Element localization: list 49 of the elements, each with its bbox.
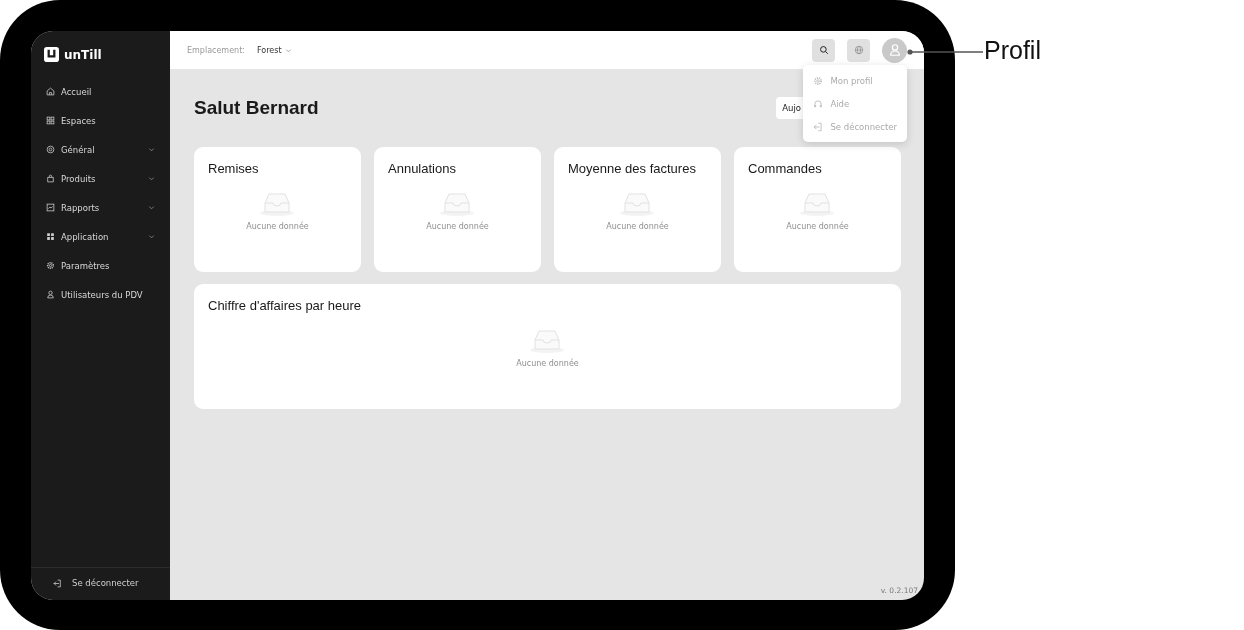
empty-text: Aucune donnée — [606, 222, 669, 231]
sidebar-item[interactable]: Utilisateurs du PDV — [41, 285, 160, 304]
apps-icon — [46, 232, 55, 241]
greeting-heading: Salut Bernard — [194, 97, 319, 119]
target-icon — [46, 145, 55, 154]
chevron-icon — [284, 46, 292, 54]
card-title: Moyenne des factures — [568, 161, 696, 176]
location-dropdown[interactable]: Forest — [257, 45, 292, 55]
language-button[interactable] — [847, 38, 870, 62]
sidebar-item[interactable]: Espaces — [41, 111, 160, 130]
card-title: Annulations — [388, 161, 456, 176]
inbox-icon — [259, 192, 296, 216]
empty-text: Aucune donnée — [786, 222, 849, 231]
user-icon — [887, 43, 902, 57]
search-icon — [818, 45, 829, 55]
home-icon — [46, 87, 55, 96]
search-button[interactable] — [812, 38, 835, 62]
profile-avatar[interactable] — [882, 37, 907, 63]
sidebar-item[interactable]: Accueil — [41, 82, 160, 101]
logout-button[interactable]: Se déconnecter — [31, 567, 170, 600]
gear-icon — [46, 261, 55, 270]
inbox-icon — [439, 192, 476, 216]
headset-icon — [813, 98, 824, 109]
sidebar-item[interactable]: Rapports — [41, 198, 160, 217]
sidebar-item[interactable]: Produits — [41, 169, 160, 188]
bag-icon — [46, 174, 55, 183]
logout-icon — [53, 578, 62, 588]
logo-icon — [44, 47, 59, 62]
globe-icon — [853, 45, 864, 55]
chart-icon — [46, 203, 55, 212]
gear-icon — [813, 75, 824, 86]
inbox-icon — [799, 192, 836, 216]
card-title: Commandes — [748, 161, 822, 176]
location-label: Emplacement: — [187, 45, 245, 55]
annotation-label: Profil — [984, 36, 1041, 65]
sidebar-item[interactable]: Application — [41, 227, 160, 246]
sidebar-item[interactable]: Paramètres — [41, 256, 160, 275]
card-title: Chiffre d'affaires par heure — [208, 298, 362, 313]
grid-icon — [46, 116, 55, 125]
inbox-icon — [529, 329, 566, 353]
card-title: Remises — [208, 161, 259, 176]
empty-text: Aucune donnée — [516, 359, 579, 368]
logo-text: unTill — [64, 47, 102, 62]
sidebar-item[interactable]: Général — [41, 140, 160, 159]
inbox-icon — [619, 192, 656, 216]
empty-text: Aucune donnée — [246, 222, 309, 231]
empty-text: Aucune donnée — [426, 222, 489, 231]
user-icon — [46, 290, 55, 299]
logout-icon — [813, 121, 824, 132]
